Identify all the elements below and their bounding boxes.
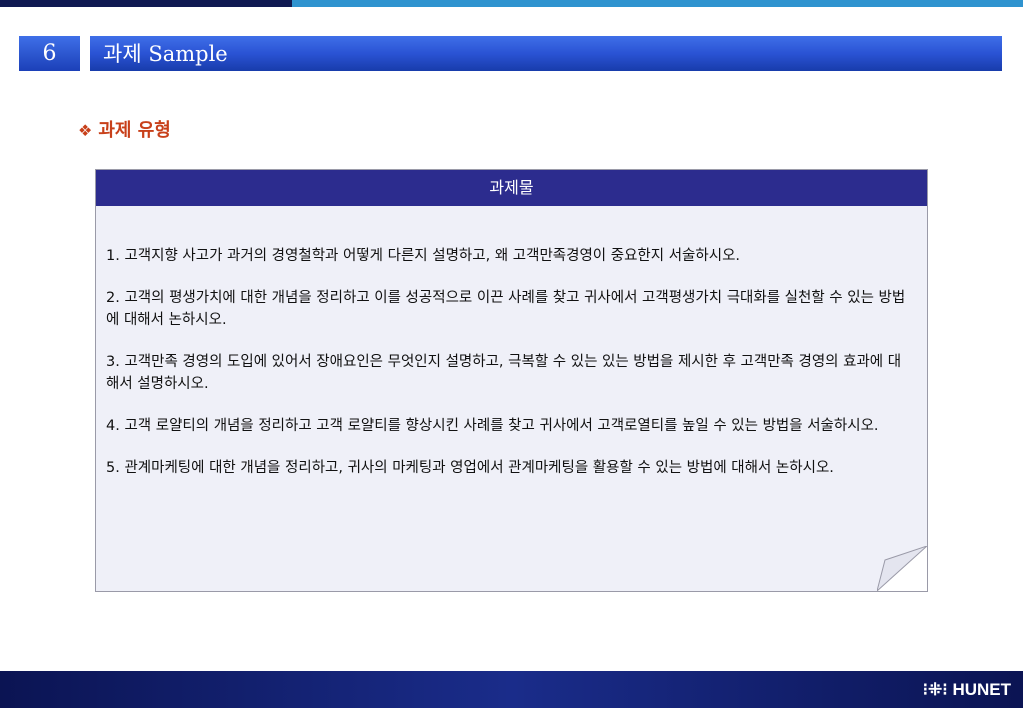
- logo-text: HUNET: [952, 680, 1011, 699]
- page-fold-icon: [877, 546, 927, 591]
- assignment-list: 1. 고객지향 사고가 과거의 경영철학과 어떻게 다른지 설명하고, 왜 고객…: [106, 245, 906, 499]
- assignment-item: 3. 고객만족 경영의 도입에 있어서 장애요인은 무엇인지 설명하고, 극복할…: [106, 354, 902, 392]
- note-header: 과제물: [96, 170, 927, 206]
- section-number: 6: [19, 36, 80, 71]
- subheading: ❖ 과제 유형: [78, 117, 171, 145]
- top-accent-bar-dark: [0, 0, 292, 7]
- assignment-item: 5. 관계마케팅에 대한 개념을 정리하고, 귀사의 마케팅과 영업에서 관계마…: [106, 460, 834, 476]
- page-title: 과제 Sample: [103, 42, 228, 66]
- top-accent-bar-light: [292, 0, 1023, 7]
- title-bar: 과제 Sample: [90, 36, 1002, 71]
- footer-bar: ⁝⁜⁝ HUNET: [0, 671, 1023, 708]
- subheading-text: 과제 유형: [98, 120, 171, 141]
- diamond-bullet-icon: ❖: [78, 121, 93, 140]
- assignment-item: 4. 고객 로얄티의 개념을 정리하고 고객 로얄티를 향상시킨 사례를 찾고 …: [106, 418, 879, 434]
- assignment-note-box: 과제물 1. 고객지향 사고가 과거의 경영철학과 어떻게 다른지 설명하고, …: [95, 169, 928, 592]
- company-logo: ⁝⁜⁝ HUNET: [922, 680, 1011, 699]
- assignment-item: 2. 고객의 평생가치에 대한 개념을 정리하고 이를 성공적으로 이끈 사례를…: [106, 290, 906, 328]
- assignment-item: 1. 고객지향 사고가 과거의 경영철학과 어떻게 다른지 설명하고, 왜 고객…: [106, 248, 741, 264]
